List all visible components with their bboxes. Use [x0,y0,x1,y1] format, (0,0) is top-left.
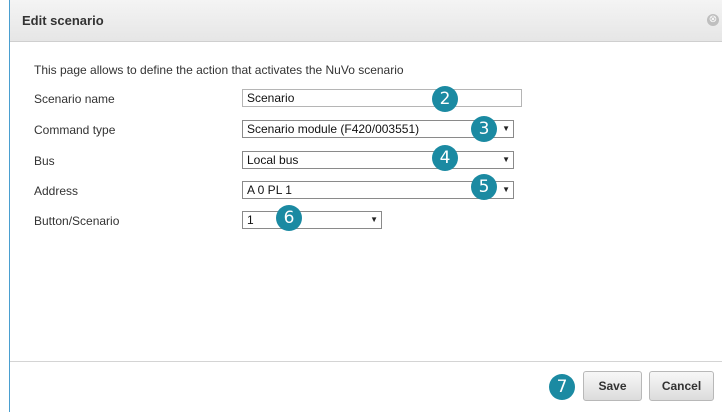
close-icon[interactable]: ⊗ [707,14,719,26]
bus-label: Bus [34,154,55,168]
footer-divider [10,361,722,362]
edit-scenario-dialog: Edit scenario ⊗ This page allows to defi… [9,0,722,412]
chevron-down-icon: ▼ [502,124,510,133]
bus-value: Local bus [247,153,299,167]
chevron-down-icon: ▼ [370,215,378,224]
bus-select[interactable]: Local bus ▼ [242,151,514,169]
dialog-titlebar: Edit scenario ⊗ [10,0,722,42]
callout-badge: 6 [276,205,302,231]
scenario-name-label: Scenario name [34,92,115,106]
cancel-button[interactable]: Cancel [649,371,714,401]
scenario-name-value: Scenario [247,91,295,105]
address-value: A 0 PL 1 [247,183,292,197]
button-scenario-label: Button/Scenario [34,214,120,228]
callout-badge: 7 [549,374,575,400]
chevron-down-icon: ▼ [502,155,510,164]
dialog-title: Edit scenario [22,13,104,28]
scenario-name-input[interactable]: Scenario [242,89,522,107]
button-scenario-value: 1 [247,213,254,227]
callout-badge: 2 [432,86,458,112]
callout-badge: 5 [471,174,497,200]
intro-text: This page allows to define the action th… [34,63,404,77]
save-button[interactable]: Save [583,371,642,401]
address-label: Address [34,184,79,198]
callout-badge: 4 [432,145,458,171]
command-type-value: Scenario module (F420/003551) [247,122,420,136]
chevron-down-icon: ▼ [502,185,510,194]
callout-badge: 3 [471,116,497,142]
button-scenario-select[interactable]: 1 ▼ [242,211,382,229]
command-type-label: Command type [34,123,116,137]
